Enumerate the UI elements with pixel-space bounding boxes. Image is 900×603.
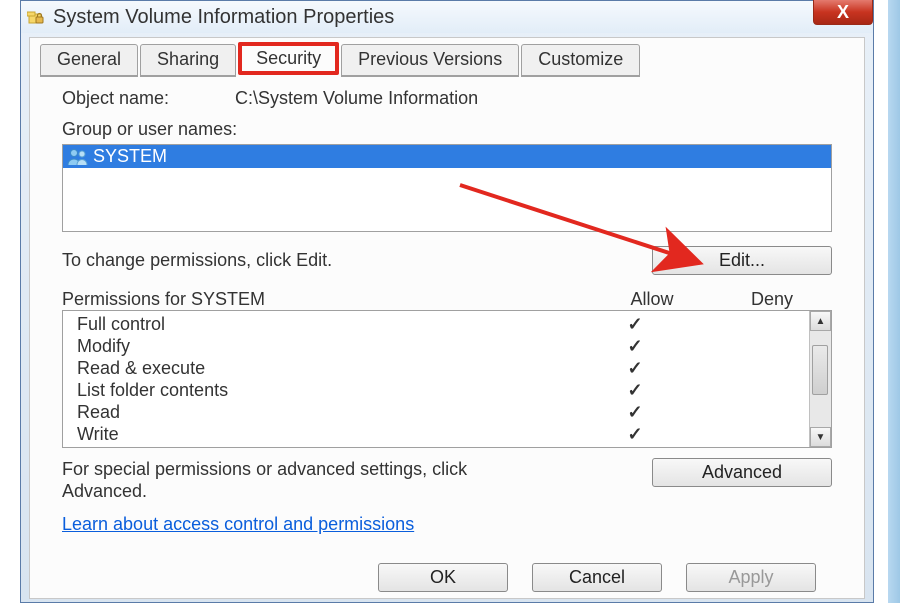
perm-row-modify: Modify ✓: [77, 335, 809, 357]
deny-cell: [693, 379, 809, 401]
security-tab-content: Object name: C:\System Volume Informatio…: [30, 76, 864, 543]
scroll-thumb[interactable]: [812, 345, 828, 395]
learn-link[interactable]: Learn about access control and permissio…: [62, 514, 414, 535]
perm-label: Write: [77, 423, 577, 445]
permissions-title: Permissions for SYSTEM: [62, 289, 592, 310]
users-icon: [67, 148, 89, 166]
perm-label: Full control: [77, 313, 577, 335]
permissions-header: Permissions for SYSTEM Allow Deny: [62, 289, 832, 310]
permissions-listbox: Full control ✓ Modify ✓ Read & execute ✓: [62, 310, 832, 448]
deny-cell: [693, 357, 809, 379]
edit-row: To change permissions, click Edit. Edit.…: [62, 246, 832, 275]
allow-column-header: Allow: [592, 289, 712, 310]
perm-label: Read & execute: [77, 357, 577, 379]
tab-previous-versions[interactable]: Previous Versions: [341, 44, 519, 77]
scrollbar[interactable]: ▲ ▼: [809, 311, 831, 447]
checkmark-icon: ✓: [577, 313, 693, 335]
user-listbox[interactable]: SYSTEM: [62, 144, 832, 232]
tab-customize[interactable]: Customize: [521, 44, 640, 77]
perm-label: Modify: [77, 335, 577, 357]
deny-column-header: Deny: [712, 289, 832, 310]
perm-row-list-folder: List folder contents ✓: [77, 379, 809, 401]
folder-lock-icon: [27, 8, 45, 26]
perm-row-read: Read ✓: [77, 401, 809, 423]
checkmark-icon: ✓: [577, 357, 693, 379]
content-panel: General Sharing Security Previous Versio…: [29, 37, 865, 599]
list-item-system[interactable]: SYSTEM: [63, 145, 831, 168]
close-icon: X: [837, 2, 849, 23]
deny-cell: [693, 335, 809, 357]
tab-strip: General Sharing Security Previous Versio…: [40, 44, 640, 77]
checkmark-icon: ✓: [577, 401, 693, 423]
deny-cell: [693, 313, 809, 335]
titlebar[interactable]: System Volume Information Properties X: [21, 1, 873, 33]
apply-button[interactable]: Apply: [686, 563, 816, 592]
checkmark-icon: ✓: [577, 335, 693, 357]
perm-row-read-execute: Read & execute ✓: [77, 357, 809, 379]
advanced-row: For special permissions or advanced sett…: [62, 458, 832, 502]
tab-general[interactable]: General: [40, 44, 138, 77]
perm-label: Read: [77, 401, 577, 423]
edit-button[interactable]: Edit...: [652, 246, 832, 275]
object-name-row: Object name: C:\System Volume Informatio…: [62, 88, 832, 109]
perm-label: List folder contents: [77, 379, 577, 401]
perm-row-write: Write ✓: [77, 423, 809, 445]
edit-hint: To change permissions, click Edit.: [62, 250, 332, 271]
tab-security[interactable]: Security: [238, 42, 339, 75]
object-name-label: Object name:: [62, 88, 230, 109]
scroll-up-icon[interactable]: ▲: [810, 311, 831, 331]
group-names-label: Group or user names:: [62, 119, 832, 140]
advanced-button[interactable]: Advanced: [652, 458, 832, 487]
dialog-buttons: OK Cancel Apply: [30, 563, 864, 592]
perm-row-full-control: Full control ✓: [77, 313, 809, 335]
permission-rows: Full control ✓ Modify ✓ Read & execute ✓: [63, 311, 809, 447]
close-button[interactable]: X: [813, 0, 873, 25]
checkmark-icon: ✓: [577, 379, 693, 401]
window-title: System Volume Information Properties: [53, 6, 867, 29]
cancel-button[interactable]: Cancel: [532, 563, 662, 592]
deny-cell: [693, 401, 809, 423]
tab-sharing[interactable]: Sharing: [140, 44, 236, 77]
advanced-hint: For special permissions or advanced sett…: [62, 458, 542, 502]
object-name-value: C:\System Volume Information: [235, 88, 478, 108]
ok-button[interactable]: OK: [378, 563, 508, 592]
right-edge-decoration: [888, 0, 900, 603]
checkmark-icon: ✓: [577, 423, 693, 445]
deny-cell: [693, 423, 809, 445]
user-system-label: SYSTEM: [93, 146, 167, 167]
scroll-down-icon[interactable]: ▼: [810, 427, 831, 447]
properties-window: System Volume Information Properties X G…: [20, 0, 874, 603]
